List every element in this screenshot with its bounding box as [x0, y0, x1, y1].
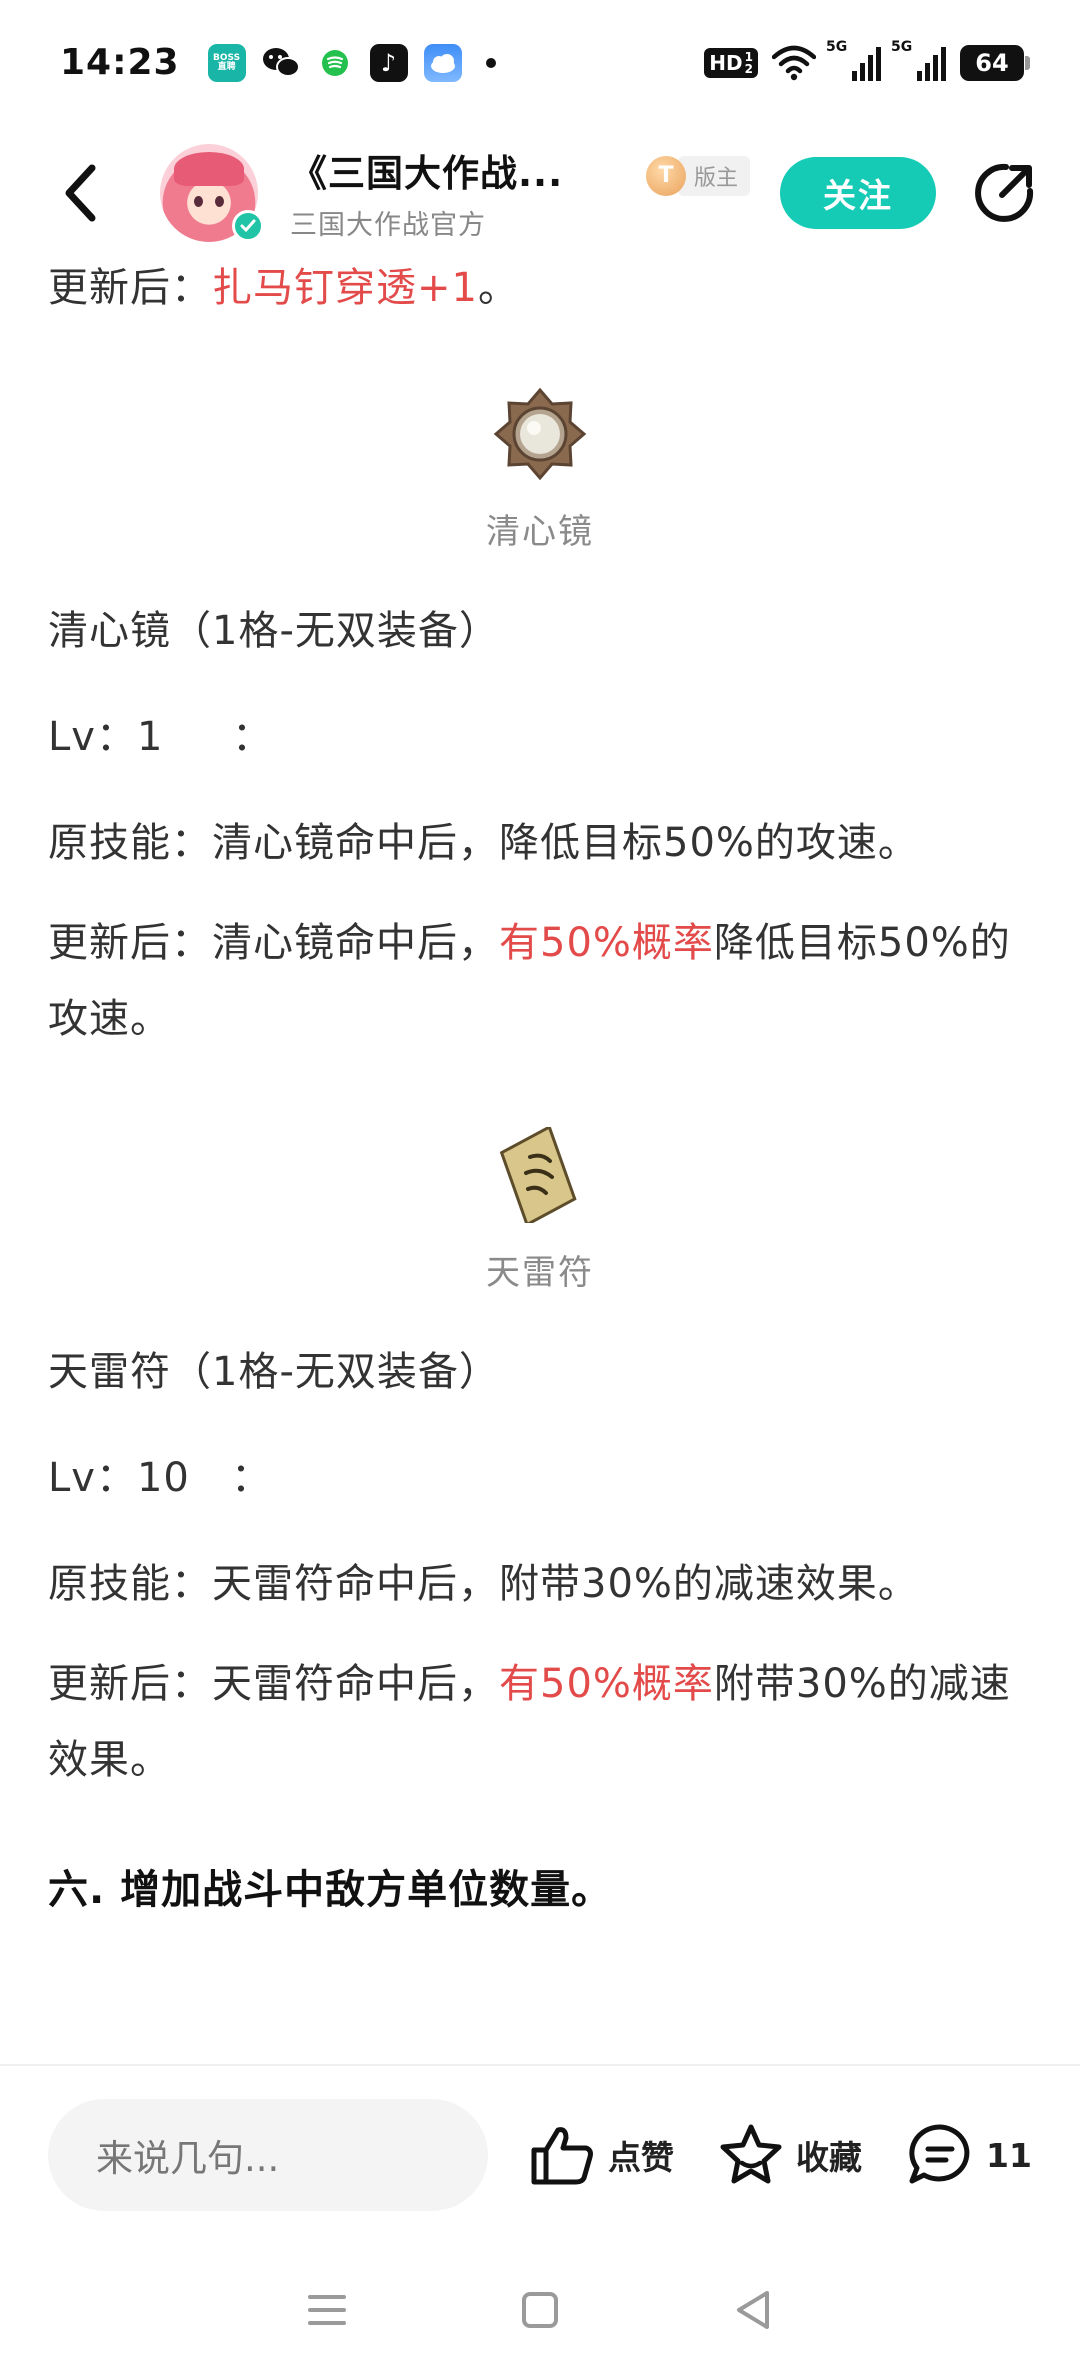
like-label: 点赞	[608, 2138, 674, 2177]
back-button[interactable]	[50, 153, 110, 233]
share-button[interactable]	[968, 157, 1040, 229]
status-time: 14:23	[60, 42, 180, 83]
comments-button[interactable]: 11	[906, 2123, 1032, 2187]
author-name: 三国大作战官方	[290, 210, 486, 241]
item-figure-qingxin[interactable]: 清心镜	[48, 386, 1032, 553]
item-level-line: Lv：1 ：	[48, 714, 273, 760]
like-button[interactable]: 点赞	[530, 2124, 674, 2186]
level-coin-icon: T	[646, 155, 686, 196]
author-avatar[interactable]	[160, 143, 264, 242]
tiktok-icon: ♪	[369, 43, 408, 82]
hd-voice-icon: HD 12	[704, 47, 758, 78]
weather-icon	[423, 43, 462, 82]
paragraph-prev-update: 更新后：扎马钉穿透+1。	[48, 250, 1032, 326]
qingxin-mirror-icon	[493, 387, 587, 481]
signal-5g-2-icon: 5G	[891, 39, 946, 81]
signal1-label: 5G	[826, 38, 848, 55]
highlight-text: 有50%概率	[499, 920, 714, 966]
title-block[interactable]: 《三国大作战... 三国大作战官方	[290, 143, 620, 242]
status-indicators: HD 12 5G 5G 64	[704, 39, 1030, 81]
chevron-left-icon	[65, 164, 96, 221]
hd-sub-top: 1	[744, 49, 753, 64]
text-prefix: 更新后：天雷符命中后，	[48, 1661, 499, 1707]
moderator-tag: 版主	[678, 155, 751, 196]
battery-icon: 64	[960, 44, 1030, 81]
figure-caption: 天雷符	[486, 1253, 594, 1293]
back-triangle-icon[interactable]	[733, 2289, 773, 2331]
wifi-icon	[772, 45, 816, 80]
hd-sub-bottom: 2	[744, 61, 753, 76]
bottom-action-bar: 来说几句... 点赞 收藏 11	[0, 2064, 1080, 2244]
item-original-skill: 原技能：天雷符命中后，附带30%的减速效果。	[48, 1561, 919, 1607]
item-name-line: 清心镜（1格-无双装备）	[48, 608, 500, 654]
item-name-line: 天雷符（1格-无双装备）	[48, 1349, 500, 1395]
thumbs-up-icon	[531, 2127, 593, 2185]
figure-caption: 清心镜	[486, 512, 594, 552]
item-figure-tianlei[interactable]: 天雷符	[48, 1127, 1032, 1294]
moderator-badge: T 版主	[646, 155, 751, 196]
post-detail-screen: 14:23 BOSS 直聘 ♪ HD 12 5G 5G 64 《三国大作战...…	[0, 0, 1080, 2376]
post-header: 《三国大作战... 三国大作战官方 T 版主 关注	[0, 125, 1080, 260]
item-updated-skill: 更新后：天雷符命中后，有50%概率附带30%的减速效果。	[48, 1646, 1032, 1798]
hd-label: HD	[709, 50, 743, 75]
star-icon	[720, 2124, 782, 2184]
system-navigation-bar	[0, 2244, 1080, 2376]
section-heading: 六. 增加战斗中敌方单位数量。	[48, 1867, 613, 1913]
item-updated-skill: 更新后：清心镜命中后，有50%概率降低目标50%的攻速。	[48, 905, 1032, 1057]
status-bar: 14:23 BOSS 直聘 ♪ HD 12 5G 5G 64	[0, 0, 1080, 125]
comment-input[interactable]: 来说几句...	[48, 2099, 488, 2211]
wechat-icon	[262, 44, 300, 82]
highlight-text: 扎马钉穿透+1	[212, 265, 478, 311]
notification-icons: BOSS 直聘 ♪	[207, 43, 496, 82]
favorite-label: 收藏	[796, 2138, 862, 2177]
battery-level: 64	[975, 48, 1009, 77]
favorite-button[interactable]: 收藏	[718, 2123, 862, 2187]
text-prefix: 更新后：清心镜命中后，	[48, 920, 499, 966]
text-prefix: 更新后：	[48, 265, 212, 311]
comment-count: 11	[986, 2135, 1032, 2175]
tianlei-talisman-icon	[499, 1127, 577, 1223]
follow-button[interactable]: 关注	[780, 156, 936, 229]
home-icon[interactable]	[520, 2290, 560, 2330]
item-level-line: Lv：10 ：	[48, 1455, 272, 1501]
article-body: 更新后：扎马钉穿透+1。 清心镜 清心镜（1格-无双装备） Lv：1 ： 原技能…	[48, 250, 1032, 1920]
menu-icon[interactable]	[307, 2292, 347, 2328]
more-notifications-dot	[485, 57, 496, 68]
text-suffix: 。	[477, 265, 519, 311]
item-original-skill: 原技能：清心镜命中后，降低目标50%的攻速。	[48, 820, 919, 866]
page-title: 《三国大作战...	[290, 152, 564, 195]
boss-zhipin-icon: BOSS 直聘	[207, 43, 246, 82]
signal2-label: 5G	[891, 38, 913, 55]
verified-icon	[232, 209, 264, 242]
signal-5g-1-icon: 5G	[826, 39, 881, 81]
comment-bubble-icon	[909, 2124, 970, 2184]
messaging-icon	[316, 44, 354, 82]
highlight-text: 有50%概率	[499, 1661, 714, 1707]
share-icon	[975, 163, 1034, 222]
